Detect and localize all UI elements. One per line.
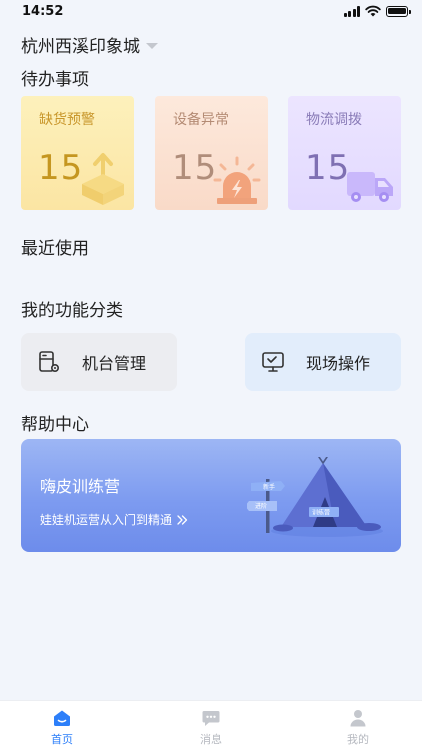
sign-top-text: 新手: [263, 483, 275, 491]
battery-icon: [386, 5, 411, 17]
caret-down-icon: [146, 42, 158, 49]
wifi-icon: [365, 5, 381, 17]
todo-card-label: 物流调拨: [306, 112, 362, 128]
sign-bottom-text: 进阶: [255, 502, 267, 510]
status-time: 14:52: [22, 4, 64, 19]
training-tent-illustration: 新手 进阶 训练营: [247, 457, 383, 537]
tent-flag-text: 训练营: [312, 509, 330, 517]
tab-home-label: 首页: [51, 733, 73, 746]
status-bar: 14:52: [0, 0, 422, 24]
recent-section-title: 最近使用: [21, 239, 89, 259]
tab-messages-label: 消息: [200, 733, 222, 746]
monitor-icon: [262, 352, 284, 372]
todo-card-label: 缺货预警: [39, 112, 95, 128]
banner-subtitle-text: 娃娃机运营从入门到精通: [40, 513, 173, 527]
tab-home[interactable]: 首页: [32, 709, 92, 747]
training-camp-banner[interactable]: 嗨皮训练营 娃娃机运营从入门到精通 新手 进阶 训练营: [21, 439, 401, 552]
todo-card-count: 15: [38, 148, 84, 188]
tab-mine-label: 我的: [347, 733, 369, 746]
functions-section-title: 我的功能分类: [21, 301, 123, 321]
box-upload-icon: [82, 153, 124, 205]
banner-subtitle: 娃娃机运营从入门到精通: [40, 511, 188, 528]
user-icon: [350, 710, 366, 727]
todo-card-count: 15: [172, 148, 218, 188]
tab-mine[interactable]: 我的: [328, 709, 388, 747]
location-name: 杭州西溪印象城: [21, 37, 140, 57]
bottom-tab-bar: 首页 消息 我的: [0, 700, 422, 750]
banner-title: 嗨皮训练营: [40, 477, 121, 496]
site-operation-button[interactable]: 现场操作: [245, 333, 401, 391]
todo-card-logistics-transfer[interactable]: 物流调拨 15: [288, 96, 401, 210]
todo-card-shortage-warning[interactable]: 缺货预警 15: [21, 96, 134, 210]
alarm-light-icon: [213, 156, 261, 204]
message-icon: [202, 711, 220, 726]
cellular-signal-icon: [343, 5, 360, 17]
todo-card-label: 设备异常: [173, 112, 229, 128]
todo-card-device-abnormal[interactable]: 设备异常 15: [155, 96, 268, 210]
site-operation-label: 现场操作: [306, 354, 371, 373]
machine-management-label: 机台管理: [82, 354, 147, 373]
truck-icon: [347, 172, 393, 202]
machine-settings-icon: [39, 351, 60, 373]
status-icons: [343, 5, 411, 17]
help-section-title: 帮助中心: [21, 415, 89, 435]
tab-messages[interactable]: 消息: [181, 709, 241, 747]
todo-card-count: 15: [305, 148, 351, 188]
home-icon: [54, 710, 70, 726]
todo-section-title: 待办事项: [21, 70, 89, 90]
location-selector[interactable]: 杭州西溪印象城: [21, 32, 158, 57]
double-chevron-right-icon: [177, 514, 188, 525]
machine-management-button[interactable]: 机台管理: [21, 333, 177, 391]
